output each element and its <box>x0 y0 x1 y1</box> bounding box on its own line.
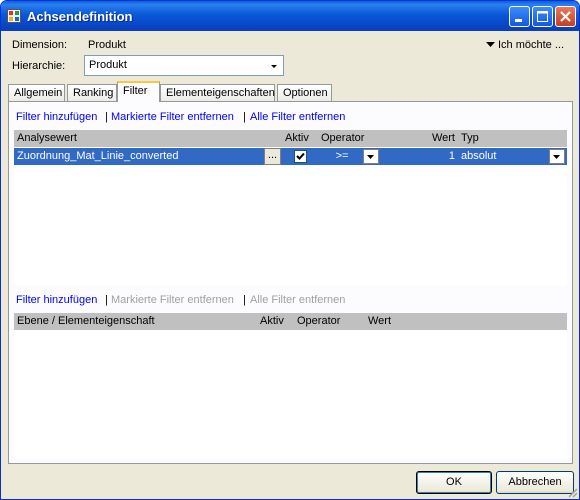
minimize-button[interactable] <box>509 6 530 27</box>
chevron-down-icon <box>367 155 374 159</box>
column-header-operator[interactable]: Operator <box>294 313 365 330</box>
minimize-icon <box>515 19 522 22</box>
tab-label: Elementeigenschaften <box>166 87 275 99</box>
column-header-analysewert[interactable]: Analysewert <box>14 130 282 147</box>
chevron-down-icon <box>553 155 560 159</box>
tab-label: Filter <box>123 85 148 97</box>
title-bar[interactable]: Achsendefinition <box>1 1 579 31</box>
column-header-typ[interactable]: Typ <box>458 130 567 147</box>
browse-button[interactable]: ... <box>264 148 281 165</box>
dialog-window: Achsendefinition Dimension: Produkt Ich … <box>0 0 580 500</box>
maximize-button[interactable] <box>532 6 553 27</box>
browse-label: ... <box>267 149 278 161</box>
remove-all-property-filters-link[interactable]: Alle Filter entfernen <box>250 294 345 306</box>
tab-label: Optionen <box>283 87 328 99</box>
app-window-icon <box>7 9 21 23</box>
chevron-down-icon <box>271 65 277 68</box>
link-separator: | <box>105 294 108 306</box>
tab-label: Allgemein <box>14 87 63 99</box>
tab-label: Ranking <box>73 87 114 99</box>
typ-cell[interactable]: absolut <box>458 148 546 165</box>
grid-header: Analysewert Aktiv Operator Wert Typ <box>14 130 567 147</box>
ich-moechte-label: Ich möchte ... <box>498 39 565 51</box>
tab-allgemein[interactable]: Allgemein <box>8 84 65 101</box>
hierarchy-dropdown[interactable]: Produkt <box>84 55 284 76</box>
grid-header: Ebene / Elementeigenschaft Aktiv Operato… <box>14 313 567 330</box>
analysis-filter-grid: Analysewert Aktiv Operator Wert Typ Zuor… <box>14 130 567 285</box>
ich-moechte-menu[interactable]: Ich möchte ... <box>486 39 564 51</box>
filter-tab-panel: Filter hinzufügen | Markierte Filter ent… <box>8 101 573 464</box>
link-separator: | <box>105 111 108 123</box>
column-header-operator[interactable]: Operator <box>318 130 380 147</box>
column-header-wert[interactable]: Wert <box>365 313 567 330</box>
link-separator: | <box>243 294 246 306</box>
aktiv-checkbox[interactable] <box>294 150 307 163</box>
cancel-label: Abbrechen <box>508 476 562 488</box>
hierarchy-value: Produkt <box>89 59 127 71</box>
typ-dropdown-button[interactable] <box>549 149 565 164</box>
operator-cell[interactable]: >= <box>318 148 363 165</box>
dimension-value: Produkt <box>88 39 126 51</box>
column-header-ebene[interactable]: Ebene / Elementeigenschaft <box>14 313 257 330</box>
operator-dropdown-button[interactable] <box>363 149 379 164</box>
checkbox-checked-icon <box>296 152 305 160</box>
analysewert-cell[interactable]: Zuordnung_Mat_Linie_converted <box>14 148 264 165</box>
property-filter-grid: Ebene / Elementeigenschaft Aktiv Operato… <box>14 313 567 459</box>
ok-button[interactable]: OK <box>416 471 492 494</box>
add-filter-link[interactable]: Filter hinzufügen <box>16 111 97 123</box>
remove-all-filters-link[interactable]: Alle Filter entfernen <box>250 111 345 123</box>
close-icon <box>560 11 571 22</box>
close-button[interactable] <box>555 6 576 27</box>
hierarchy-label: Hierarchie: <box>12 60 66 72</box>
tab-elementeigenschaften[interactable]: Elementeigenschaften <box>160 84 275 101</box>
column-header-wert[interactable]: Wert <box>380 130 458 147</box>
link-separator: | <box>243 111 246 123</box>
tab-filter[interactable]: Filter <box>117 81 160 102</box>
triangle-down-icon <box>486 42 495 48</box>
remove-marked-property-filters-link[interactable]: Markierte Filter entfernen <box>111 294 234 306</box>
column-header-aktiv[interactable]: Aktiv <box>282 130 318 147</box>
wert-cell[interactable]: 1 <box>380 148 458 165</box>
maximize-icon <box>537 11 548 22</box>
tab-ranking[interactable]: Ranking <box>67 84 117 101</box>
ok-label: OK <box>446 476 462 488</box>
remove-marked-filters-link[interactable]: Markierte Filter entfernen <box>111 111 234 123</box>
window-title: Achsendefinition <box>27 9 133 24</box>
column-header-aktiv[interactable]: Aktiv <box>257 313 294 330</box>
table-row[interactable]: Zuordnung_Mat_Linie_converted ... >= 1 a… <box>14 148 567 165</box>
tab-optionen[interactable]: Optionen <box>277 84 332 101</box>
dimension-label: Dimension: <box>12 39 68 51</box>
cancel-button[interactable]: Abbrechen <box>496 471 574 494</box>
add-property-filter-link[interactable]: Filter hinzufügen <box>16 294 97 306</box>
resize-grip-icon[interactable] <box>566 486 578 498</box>
